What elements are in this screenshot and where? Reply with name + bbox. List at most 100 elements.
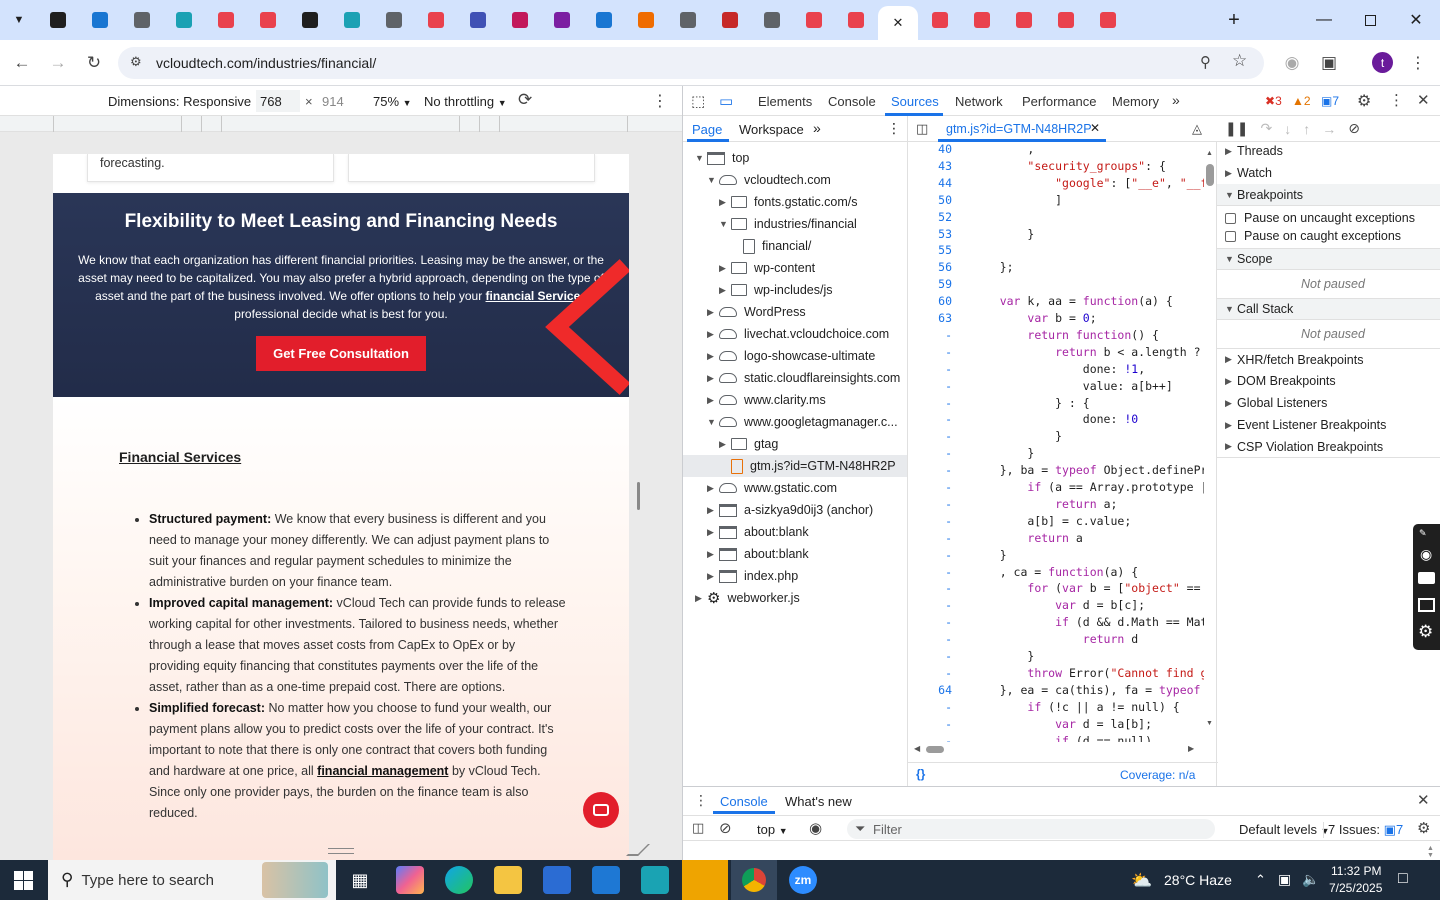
browser-tab[interactable] [332, 4, 372, 36]
horizontal-scrollbar[interactable]: ◀ ▶ [914, 744, 1196, 754]
console-scroll-arrows[interactable]: ▲ ▼ [1427, 845, 1434, 859]
line-number[interactable]: - [908, 379, 952, 393]
browser-tab[interactable] [1088, 4, 1128, 36]
settings-gear-icon[interactable]: ⚙ [1357, 91, 1371, 111]
code-line[interactable]: - if (d && d.Math == Math [908, 615, 1204, 632]
scope-section[interactable]: ▼ Scope [1217, 248, 1440, 270]
browser-tab[interactable] [248, 4, 288, 36]
browser-tab[interactable] [542, 4, 582, 36]
browser-tab[interactable] [122, 4, 162, 36]
line-number[interactable]: 40 [908, 142, 952, 156]
restore-button[interactable] [1348, 6, 1392, 34]
global-listeners-section[interactable]: ▶ Global Listeners [1217, 392, 1440, 414]
browser-tab[interactable] [290, 4, 330, 36]
browser-tab[interactable] [962, 4, 1002, 36]
live-expression-eye-icon[interactable]: ◉ [809, 819, 822, 837]
message-count[interactable]: ▣7 [1321, 94, 1339, 108]
line-number[interactable]: - [908, 463, 952, 477]
browser-menu-button[interactable]: ⋮ [1407, 52, 1429, 74]
devtools-menu-icon[interactable]: ⋮ [1389, 91, 1404, 109]
drawer-tab-console[interactable]: Console [720, 794, 768, 809]
more-tabs-icon[interactable]: » [1172, 92, 1180, 108]
navigator-tab-workspace[interactable]: Workspace [739, 122, 804, 137]
code-line[interactable]: - a[b] = c.value; [908, 514, 1204, 531]
file-explorer-icon[interactable] [494, 866, 522, 894]
video-icon[interactable] [1418, 572, 1435, 584]
toggle-debugger-icon[interactable]: ◬ [1192, 121, 1202, 137]
code-line[interactable]: - } [908, 548, 1204, 565]
expand-arrow-icon[interactable]: ▶ [707, 373, 719, 384]
editor-file-tab[interactable]: gtm.js?id=GTM-N48HR2P [946, 122, 1092, 136]
step-into-icon[interactable]: ↓ [1284, 121, 1291, 137]
code-line[interactable]: 63 var b = 0; [908, 311, 1204, 328]
browser-tab[interactable]: ✕ [878, 6, 918, 40]
line-number[interactable]: 56 [908, 260, 952, 274]
code-line[interactable]: 60 var k, aa = function(a) { [908, 294, 1204, 311]
scrollbar-thumb[interactable] [926, 746, 944, 753]
browser-tab[interactable] [752, 4, 792, 36]
line-number[interactable]: - [908, 615, 952, 629]
new-tab-button[interactable]: + [1212, 6, 1256, 34]
code-line[interactable]: - if (d == null) [908, 734, 1204, 743]
line-number[interactable]: - [908, 717, 952, 731]
line-number[interactable]: - [908, 649, 952, 663]
step-icon[interactable]: → [1322, 121, 1336, 137]
tree-item[interactable]: ▶ about:blank [707, 521, 907, 543]
tree-item[interactable]: ▶ a-sizkya9d0ij3 (anchor) [707, 499, 907, 521]
log-levels-dropdown[interactable]: Default levels ▼ [1239, 822, 1330, 837]
code-line[interactable]: - if (a == Array.prototype || [908, 480, 1204, 497]
browser-tab[interactable] [80, 4, 120, 36]
tab-elements[interactable]: Elements [758, 94, 812, 109]
context-selector[interactable]: top ▼ [757, 822, 788, 837]
toggle-navigator-icon[interactable]: ◫ [916, 121, 928, 137]
line-number[interactable]: 50 [908, 193, 952, 207]
expand-arrow-icon[interactable]: ▶ [707, 395, 719, 406]
step-over-icon[interactable]: ↷ [1260, 120, 1272, 137]
browser-tab[interactable] [38, 4, 78, 36]
show-hidden-icons[interactable]: ⌃ [1255, 872, 1266, 888]
tree-item[interactable]: ▶ wp-includes/js [719, 279, 907, 301]
settings-gear-icon[interactable]: ⚙ [1418, 622, 1433, 642]
tree-item[interactable]: ▼ industries/financial [719, 213, 907, 235]
line-number[interactable]: - [908, 565, 952, 579]
tree-item[interactable]: ▶ gtag [719, 433, 907, 455]
viewport-resize-corner[interactable] [626, 844, 650, 856]
code-line[interactable]: - } : { [908, 396, 1204, 413]
vertical-scrollbar[interactable]: ▲ ▼ [1206, 148, 1214, 738]
inspect-element-icon[interactable]: ⬚ [691, 92, 705, 110]
line-number[interactable]: 55 [908, 243, 952, 257]
code-line[interactable]: 52 [908, 210, 1204, 227]
window-icon[interactable] [1418, 598, 1435, 612]
line-number[interactable]: 53 [908, 227, 952, 241]
tab-memory[interactable]: Memory [1112, 94, 1159, 109]
profile-avatar[interactable]: t [1372, 52, 1393, 73]
navigator-tab-page[interactable]: Page [692, 122, 722, 137]
browser-tab[interactable] [164, 4, 204, 36]
more-navigator-tabs-icon[interactable]: » [813, 120, 821, 136]
tree-item[interactable]: ▶ livechat.vcloudchoice.com [707, 323, 907, 345]
code-line[interactable]: - return function() { [908, 328, 1204, 345]
expand-arrow-icon[interactable]: ▶ [707, 329, 719, 340]
microsoft-store-icon[interactable] [543, 866, 571, 894]
code-line[interactable]: - done: !0 [908, 412, 1204, 429]
tree-item[interactable]: ▼ vcloudtech.com [707, 169, 907, 191]
viewport-resize-handle-right[interactable] [637, 482, 640, 510]
height-input[interactable]: 914 [318, 90, 362, 112]
browser-tab[interactable] [794, 4, 834, 36]
device-toggle-icon[interactable]: ▭ [719, 92, 733, 110]
chrome-taskbar-button[interactable] [731, 860, 777, 900]
taskbar-search-box[interactable]: ⚲ Type here to search [48, 860, 336, 900]
browser-tab[interactable] [920, 4, 960, 36]
device-options-icon[interactable]: ⋮ [652, 91, 668, 111]
browser-tab[interactable] [416, 4, 456, 36]
coverage-status[interactable]: Coverage: n/a [1120, 768, 1195, 782]
tab-search-button[interactable]: ▼ [0, 4, 38, 36]
clock-date[interactable]: 7/25/2025 [1329, 881, 1382, 895]
notifications-icon[interactable]: □ [1398, 870, 1408, 888]
tree-item[interactable]: gtm.js?id=GTM-N48HR2P [683, 455, 907, 477]
camera-icon[interactable]: ◉ [1420, 546, 1432, 563]
close-drawer-icon[interactable]: ✕ [1417, 791, 1430, 809]
width-input[interactable]: 768 [256, 90, 300, 112]
line-number[interactable]: - [908, 531, 952, 545]
code-line[interactable]: 44 "google": ["__e", "__f" [908, 176, 1204, 193]
